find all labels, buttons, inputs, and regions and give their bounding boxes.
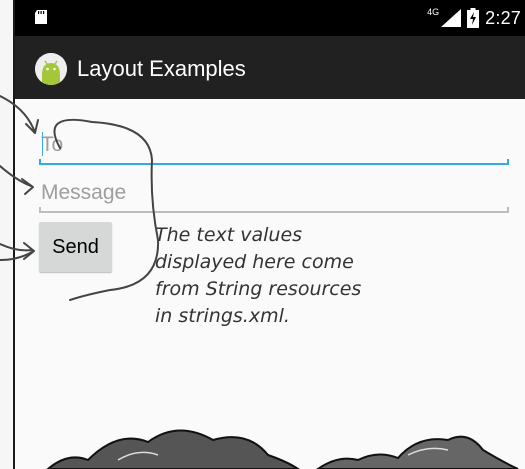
annotation-line: from String resources <box>155 278 362 300</box>
sd-card-icon <box>35 10 47 24</box>
to-field-corner-right <box>507 159 509 165</box>
android-icon <box>35 53 67 85</box>
network-type-label: 4G <box>427 7 440 17</box>
message-field-corner-left <box>39 207 41 213</box>
message-field[interactable]: Message <box>39 169 509 213</box>
handwritten-annotation: The text values displayed here come from… <box>155 222 361 330</box>
signal-icon <box>441 9 462 27</box>
status-bar: 4G 2:27 <box>15 0 525 36</box>
annotation-line: displayed here come <box>155 251 354 273</box>
status-right: 4G 2:27 <box>427 6 521 30</box>
decorative-mountains <box>46 429 519 469</box>
send-button[interactable]: Send <box>39 222 112 272</box>
to-field-corner-left <box>39 159 41 165</box>
battery-charging-icon <box>467 8 480 28</box>
to-field-underline <box>39 163 509 165</box>
message-placeholder: Message <box>41 181 127 204</box>
action-bar: Layout Examples <box>15 36 525 99</box>
illustration-frame: 4G 2:27 Layout Examples To Message Send … <box>0 0 525 469</box>
annotation-line: in strings.xml. <box>155 305 290 327</box>
to-placeholder: To <box>41 133 64 156</box>
status-clock: 2:27 <box>485 7 521 28</box>
message-field-corner-right <box>507 207 509 213</box>
annotation-line: The text values <box>155 224 303 246</box>
message-field-underline <box>39 211 509 213</box>
to-field[interactable]: To <box>39 121 509 165</box>
app-title: Layout Examples <box>77 56 246 81</box>
